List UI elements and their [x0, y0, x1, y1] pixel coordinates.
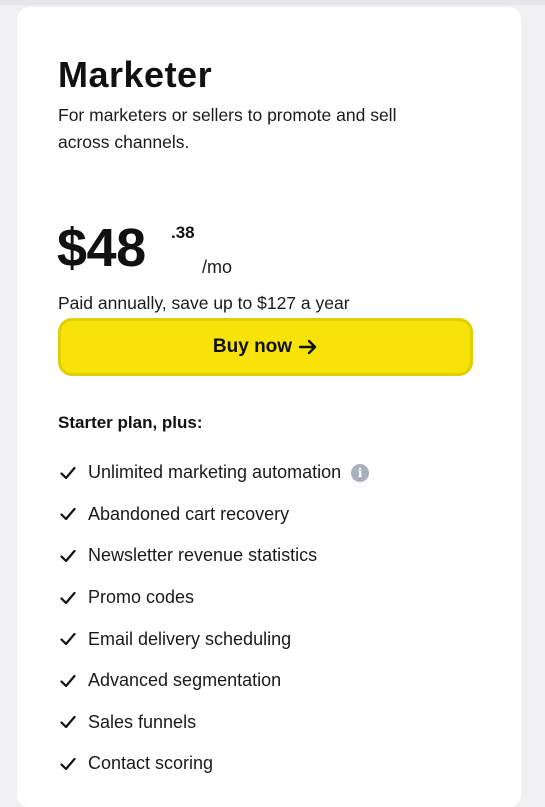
info-icon[interactable]: i [351, 463, 370, 482]
list-item: Abandoned cart recovery [58, 494, 369, 536]
check-icon [58, 629, 78, 649]
check-icon [58, 671, 78, 691]
feature-label: Sales funnels [88, 711, 197, 732]
list-item: Unlimited marketing automation i [58, 452, 370, 494]
check-icon [58, 546, 78, 566]
arrow-right-icon [298, 338, 318, 356]
feature-label: Newsletter revenue statistics [88, 545, 318, 566]
page-top-strip [0, 0, 545, 5]
feature-label: Promo codes [88, 587, 195, 608]
buy-now-label: Buy now [212, 336, 293, 357]
feature-label: Abandoned cart recovery [88, 503, 290, 524]
price-period: /mo [202, 257, 233, 277]
feature-label: Contact scoring [88, 753, 214, 774]
buy-now-button[interactable]: Buy now [58, 318, 473, 376]
plan-title: Marketer [58, 54, 213, 95]
list-item: Contact scoring [58, 743, 369, 785]
feature-list: Unlimited marketing automation i Abandon… [58, 452, 370, 785]
check-icon [58, 463, 78, 483]
list-item: Newsletter revenue statistics [58, 535, 369, 577]
feature-label: Unlimited marketing automation [88, 462, 342, 483]
pricing-card: Marketer For marketers or sellers to pro… [17, 7, 521, 807]
feature-label: Email delivery scheduling [88, 628, 292, 649]
feature-label: Advanced segmentation [88, 670, 282, 691]
check-icon [58, 754, 78, 774]
check-icon [58, 712, 78, 732]
list-item: Sales funnels [58, 702, 369, 744]
check-icon [58, 504, 78, 524]
list-item: Email delivery scheduling [58, 618, 369, 660]
price-dollars: $48 [57, 218, 146, 278]
price-cents: .38 [171, 223, 195, 242]
plan-description: For marketers or sellers to promote and … [58, 105, 397, 152]
billing-note: Paid annually, save up to $127 a year [58, 293, 350, 313]
features-heading: Starter plan, plus: [58, 413, 203, 432]
check-icon [58, 588, 78, 608]
list-item: Advanced segmentation [58, 660, 369, 702]
list-item: Promo codes [58, 577, 369, 619]
